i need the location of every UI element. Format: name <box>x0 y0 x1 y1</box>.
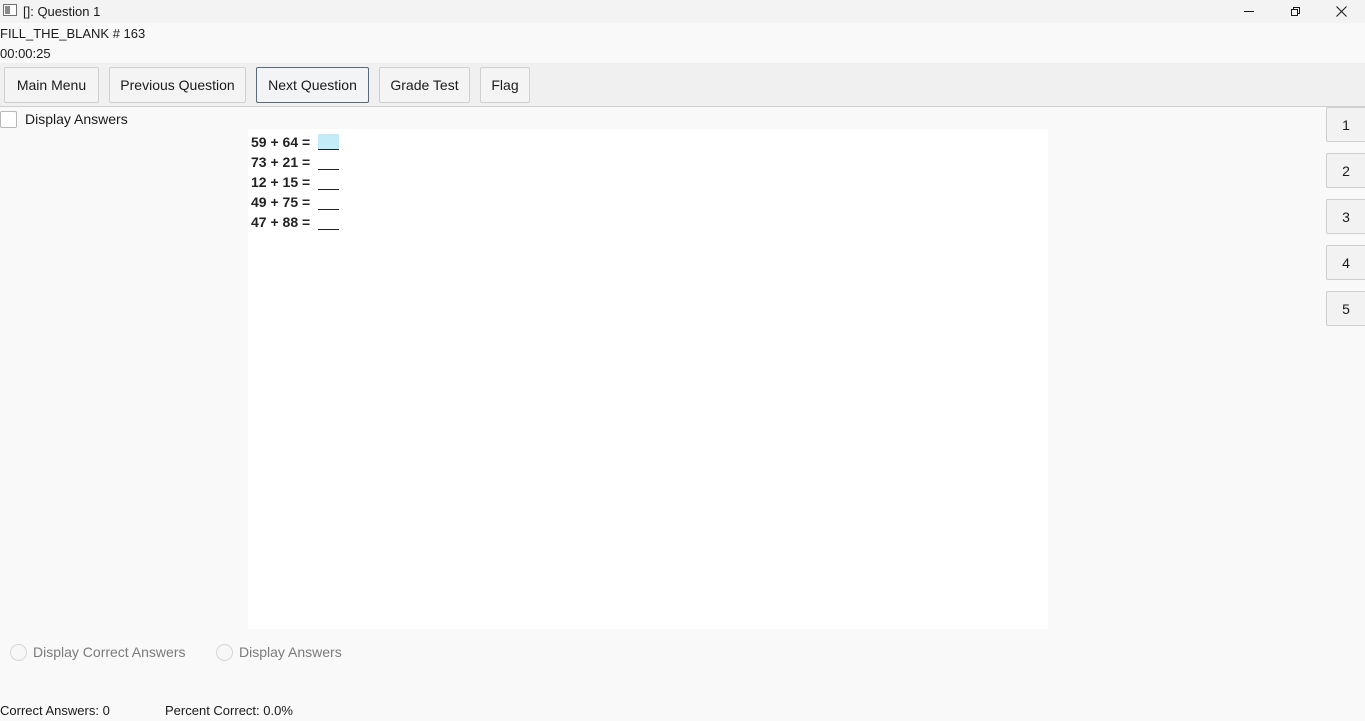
answer-blank-input[interactable] <box>318 154 340 170</box>
question-nav-3[interactable]: 3 <box>1326 199 1365 234</box>
equation-row: 49 + 75 = <box>251 192 340 212</box>
equation-row: 47 + 88 = <box>251 212 340 232</box>
previous-question-button[interactable]: Previous Question <box>109 67 246 103</box>
question-type-label: FILL_THE_BLANK # 163 <box>0 26 146 41</box>
toolbar: Main Menu Previous Question Next Questio… <box>0 63 1365 107</box>
answer-blank-input[interactable] <box>318 214 340 230</box>
close-icon <box>1335 6 1347 17</box>
flag-button[interactable]: Flag <box>480 67 530 103</box>
restore-icon <box>1290 7 1300 16</box>
display-correct-answers-label: Display Correct Answers <box>33 644 186 660</box>
equation-text: 12 + 15 = <box>251 174 315 190</box>
question-nav-4[interactable]: 4 <box>1326 245 1365 280</box>
window-title: []: Question 1 <box>23 4 101 19</box>
display-answers-toggle[interactable]: Display Answers <box>0 110 128 128</box>
equation-row: 12 + 15 = <box>251 172 340 192</box>
display-answers-radio-label: Display Answers <box>239 644 342 660</box>
display-answers-checkbox[interactable] <box>0 110 17 128</box>
equation-text: 59 + 64 = <box>251 134 315 150</box>
answer-blank-input[interactable] <box>318 134 340 150</box>
display-answers-label: Display Answers <box>25 111 128 127</box>
equation-text: 73 + 21 = <box>251 154 315 170</box>
minimize-icon <box>1244 11 1254 12</box>
question-nav-1[interactable]: 1 <box>1326 107 1365 142</box>
close-button[interactable] <box>1318 0 1364 23</box>
maximize-button[interactable] <box>1272 0 1318 23</box>
answer-blank-input[interactable] <box>318 174 340 190</box>
equation-text: 47 + 88 = <box>251 214 315 230</box>
equation-row: 73 + 21 = <box>251 152 340 172</box>
elapsed-timer: 00:00:25 <box>0 46 51 61</box>
correct-answers-count: Correct Answers: 0 <box>0 703 110 718</box>
question-nav-2[interactable]: 2 <box>1326 153 1365 188</box>
main-menu-button[interactable]: Main Menu <box>4 67 99 103</box>
title-bar: []: Question 1 <box>0 0 1365 23</box>
question-nav-5[interactable]: 5 <box>1326 291 1365 326</box>
minimize-button[interactable] <box>1226 0 1272 23</box>
equation-row: 59 + 64 = <box>251 132 340 152</box>
display-correct-answers-option[interactable]: Display Correct Answers <box>10 642 186 662</box>
percent-correct: Percent Correct: 0.0% <box>165 703 293 718</box>
display-answers-option[interactable]: Display Answers <box>216 642 342 662</box>
next-question-button[interactable]: Next Question <box>256 67 369 103</box>
display-answers-radio[interactable] <box>216 643 233 661</box>
display-correct-answers-radio[interactable] <box>10 643 27 661</box>
app-window-icon <box>3 4 17 16</box>
grade-test-button[interactable]: Grade Test <box>379 67 470 103</box>
question-content: 59 + 64 = 73 + 21 = 12 + 15 = 49 + 75 = … <box>248 129 1048 629</box>
equation-text: 49 + 75 = <box>251 194 315 210</box>
answer-blank-input[interactable] <box>318 194 340 210</box>
